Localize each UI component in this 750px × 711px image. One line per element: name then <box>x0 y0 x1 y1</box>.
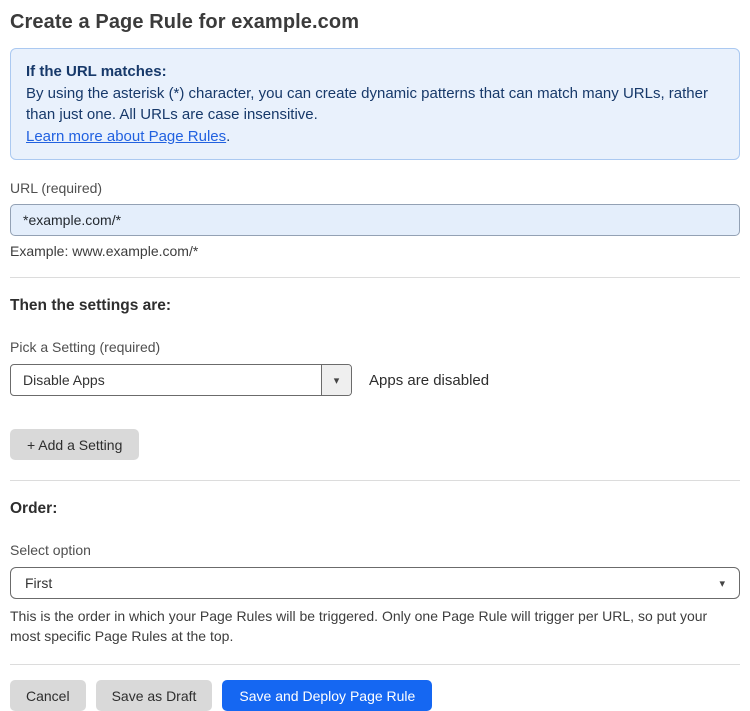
chevron-down-icon: ▾ <box>333 374 340 387</box>
url-input[interactable] <box>10 204 740 236</box>
learn-more-link[interactable]: Learn more about Page Rules <box>26 128 226 145</box>
setting-select-arrow-button[interactable]: ▾ <box>321 365 351 395</box>
url-match-info-box: If the URL matches: By using the asteris… <box>10 48 740 160</box>
setting-select-value: Disable Apps <box>23 372 105 388</box>
setting-status-text: Apps are disabled <box>369 371 490 389</box>
chevron-down-icon: ▾ <box>719 577 725 590</box>
order-select[interactable]: First ▾ <box>10 567 740 599</box>
page-title: Create a Page Rule for example.com <box>10 11 360 33</box>
save-deploy-button[interactable]: Save and Deploy Page Rule <box>222 680 433 711</box>
setting-select[interactable]: Disable Apps ▾ <box>10 364 352 396</box>
divider <box>10 664 740 665</box>
setting-picker-label: Pick a Setting (required) <box>10 339 161 355</box>
info-box-body: By using the asterisk (*) character, you… <box>26 84 708 124</box>
settings-section-heading: Then the settings are: <box>10 297 172 314</box>
order-select-value: First <box>25 575 53 591</box>
save-draft-button[interactable]: Save as Draft <box>95 680 213 711</box>
add-setting-button[interactable]: + Add a Setting <box>10 429 140 460</box>
order-select-label: Select option <box>10 542 91 558</box>
cancel-button[interactable]: Cancel <box>10 680 86 711</box>
footer-actions: Cancel Save as Draft Save and Deploy Pag… <box>10 680 740 711</box>
divider <box>10 480 740 481</box>
info-box-link-line: Learn more about Page Rules. <box>26 126 724 148</box>
order-help-text: This is the order in which your Page Rul… <box>10 608 708 644</box>
page-rule-form: Create a Page Rule for example.com If th… <box>0 0 750 711</box>
order-section-heading: Order: <box>10 500 58 517</box>
info-box-heading: If the URL matches: <box>26 63 167 80</box>
url-field-label: URL (required) <box>10 180 103 196</box>
link-suffix: . <box>226 127 231 145</box>
setting-row: Disable Apps ▾ Apps are disabled <box>10 364 740 396</box>
url-example-text: Example: www.example.com/* <box>10 243 199 259</box>
divider <box>10 277 740 278</box>
